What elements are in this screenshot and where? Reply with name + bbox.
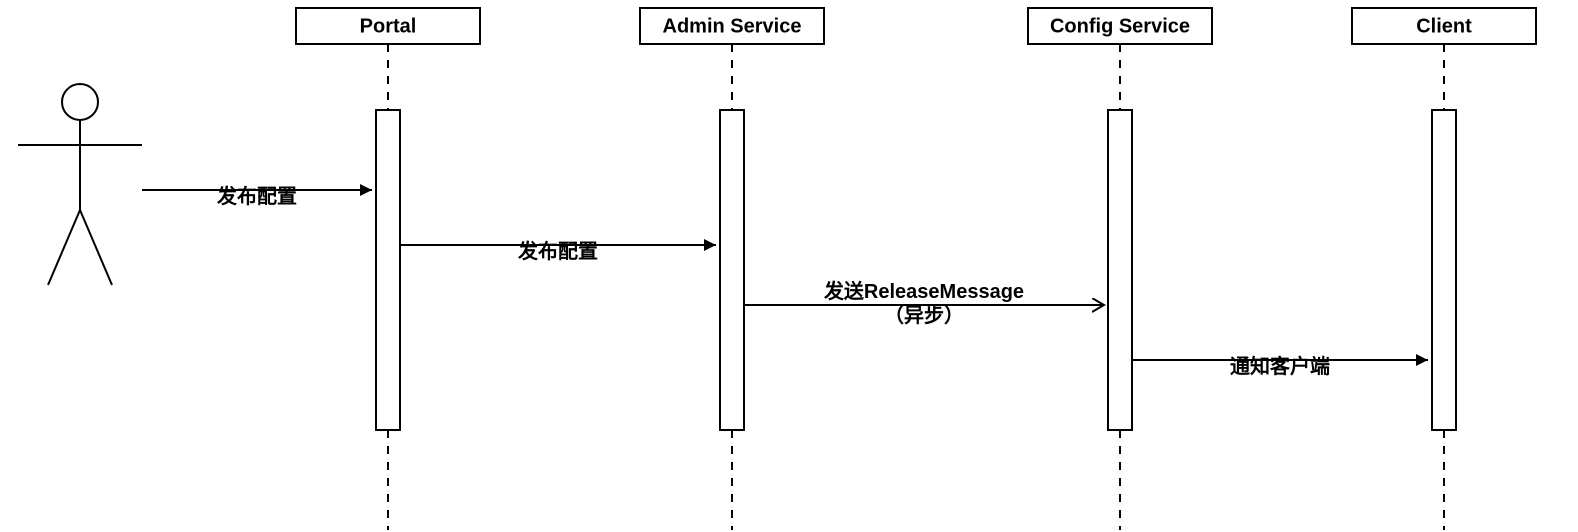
message-release-message-label-2: （异步） [884, 304, 964, 327]
participant-config-label: Config Service [1050, 15, 1190, 37]
participant-client: Client [1352, 8, 1536, 530]
actor-user [18, 84, 142, 285]
sequence-diagram: Portal Admin Service Config Service Clie… [0, 0, 1578, 532]
participant-portal: Portal [296, 8, 480, 530]
message-notify-client-label: 通知客户端 [1230, 354, 1330, 378]
participant-admin-label: Admin Service [663, 15, 802, 37]
participant-config-service: Config Service [1028, 8, 1212, 530]
participant-client-label: Client [1416, 15, 1472, 37]
message-release-message-label-1: 发送ReleaseMessage [823, 279, 1024, 303]
participant-portal-label: Portal [360, 15, 417, 37]
message-notify-client: 通知客户端 [1132, 354, 1428, 378]
message-publish-config-1: 发布配置 [142, 184, 372, 208]
message-publish-config-2-label: 发布配置 [517, 239, 598, 263]
message-release-message-async: 发送ReleaseMessage （异步） [744, 279, 1104, 327]
message-publish-config-2: 发布配置 [400, 239, 716, 263]
message-publish-config-1-label: 发布配置 [216, 184, 297, 208]
participant-admin-service: Admin Service [640, 8, 824, 530]
